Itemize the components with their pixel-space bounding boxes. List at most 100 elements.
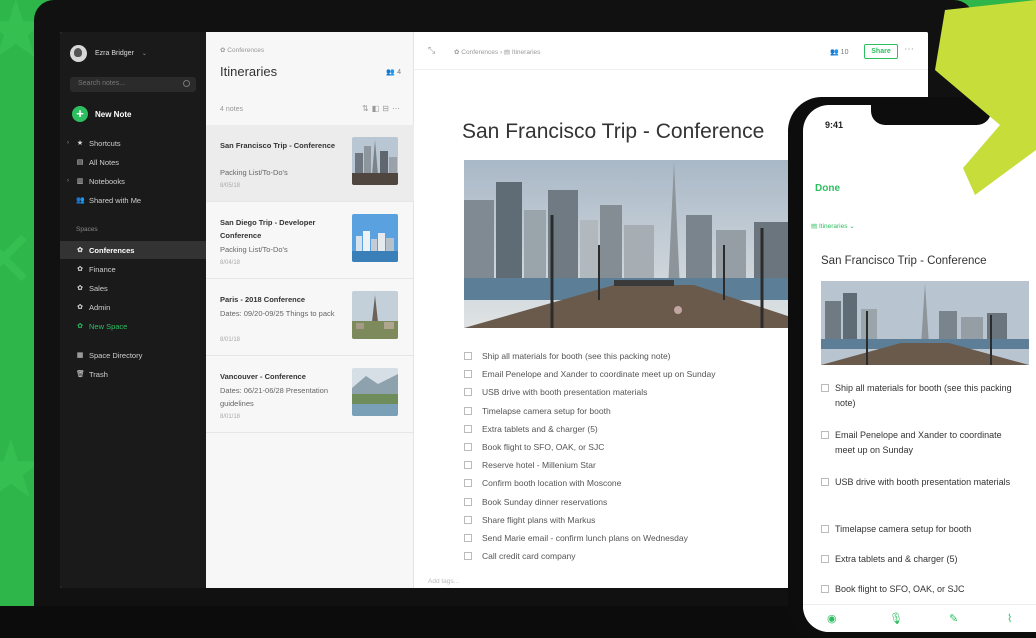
camera-icon[interactable]: ◉ — [827, 612, 837, 625]
filter-icon[interactable]: ⊟ — [382, 104, 392, 113]
checklist-item: Book Sunday dinner reservations — [464, 493, 715, 511]
note-card[interactable]: San Diego Trip - Developer Conference Pa… — [206, 202, 414, 279]
note-title: San Diego Trip - Developer Conference — [220, 218, 316, 240]
checkbox[interactable] — [464, 461, 472, 470]
checklist-text: Book flight to SFO, OAK, or SJC — [482, 442, 605, 453]
checkbox[interactable] — [821, 384, 829, 392]
sidebar-item-label: Finance — [89, 264, 116, 274]
note-card[interactable]: Paris - 2018 Conference Dates: 09/20-09/… — [206, 279, 414, 356]
sidebar-item-admin[interactable]: ✿ Admin — [60, 298, 206, 316]
attachment-icon[interactable]: ⌇ — [1007, 612, 1012, 625]
checkbox[interactable] — [464, 370, 472, 379]
note-date: 8/05/18 — [220, 183, 241, 189]
sidebar-item-trash[interactable]: 🗑 Trash — [60, 365, 206, 383]
phone-checklist-item: Extra tablets and & charger (5) — [821, 552, 1021, 567]
notelist-space-label: Conferences — [227, 47, 265, 54]
checkbox[interactable] — [821, 478, 829, 486]
checkbox[interactable] — [464, 552, 472, 561]
checklist-item: Email Penelope and Xander to coordinate … — [464, 365, 715, 383]
note-card[interactable]: San Francisco Trip - Conference Packing … — [206, 125, 414, 202]
checkbox[interactable] — [464, 533, 472, 542]
sidebar-item-notebooks[interactable]: › ▥ Notebooks — [60, 172, 206, 190]
checklist-item: Extra tablets and & charger (5) — [464, 420, 715, 438]
note-title: San Francisco Trip - Conference — [220, 141, 336, 150]
sidebar-item-shortcuts[interactable]: › ★ Shortcuts — [60, 134, 206, 152]
phone-note-image — [821, 281, 1029, 365]
more-icon[interactable]: ⋯ — [904, 44, 914, 55]
sidebar-item-shared[interactable]: 👥 Shared with Me — [60, 191, 206, 209]
sidebar-item-new-space[interactable]: ✿ New Space — [60, 317, 206, 335]
phone-checklist-item: Email Penelope and Xander to coordinate … — [821, 428, 1021, 458]
notebook-selector[interactable]: ▤ Itineraries ⌄ — [811, 222, 855, 230]
notelist-toolbar: ⇅◧⊟⋯ — [362, 104, 403, 113]
checkbox[interactable] — [821, 431, 829, 439]
sidebar-item-finance[interactable]: ✿ Finance — [60, 260, 206, 278]
note-snippet: Dates: 09/20-09/25 Things to pack — [220, 309, 335, 318]
sidebar-item-sales[interactable]: ✿ Sales — [60, 279, 206, 297]
checkbox[interactable] — [464, 352, 472, 361]
checklist-text: Extra tablets and & charger (5) — [835, 554, 958, 564]
notelist-space[interactable]: ✿ Conferences — [220, 46, 264, 54]
checkbox[interactable] — [464, 443, 472, 452]
caret-right-icon[interactable]: › — [67, 140, 69, 146]
notebook-icon: ▤ — [811, 223, 819, 230]
note-list: ✿ Conferences Itineraries 👥 4 4 notes ⇅◧… — [206, 32, 414, 588]
sketch-icon[interactable]: ✎ — [949, 612, 958, 625]
checkbox[interactable] — [464, 497, 472, 506]
checklist-text: Email Penelope and Xander to coordinate … — [835, 430, 1002, 455]
checklist-item: Ship all materials for booth (see this p… — [464, 347, 715, 365]
sidebar-item-label: Notebooks — [89, 176, 125, 186]
more-icon[interactable]: ⋯ — [392, 104, 403, 113]
phone-checklist-item: USB drive with booth presentation materi… — [821, 475, 1021, 490]
search-input[interactable]: Search notes... — [70, 77, 196, 92]
account-menu[interactable]: Ezra Bridger ⌄ — [70, 45, 147, 62]
sort-icon[interactable]: ⇅ — [362, 104, 372, 113]
breadcrumb-notebook[interactable]: Itineraries — [512, 49, 541, 56]
note-title[interactable]: San Francisco Trip - Conference — [462, 120, 764, 144]
sidebar-item-conferences[interactable]: ✿ Conferences — [60, 241, 206, 259]
checkbox[interactable] — [464, 424, 472, 433]
note-thumbnail — [352, 137, 398, 185]
people-icon: 👥 — [76, 197, 85, 204]
checklist-item: Confirm booth location with Moscone — [464, 474, 715, 492]
view-icon[interactable]: ◧ — [372, 104, 383, 113]
note-card[interactable]: Vancouver - Conference Dates: 06/21-06/2… — [206, 356, 414, 433]
sidebar-item-all-notes[interactable]: ▤ All Notes — [60, 153, 206, 171]
search-placeholder: Search notes... — [78, 80, 126, 87]
caret-right-icon[interactable]: › — [67, 178, 69, 184]
notebook-label: Itineraries — [818, 223, 848, 230]
sidebar-item-label: New Space — [89, 321, 128, 331]
star-icon: ★ — [76, 140, 84, 147]
editor-people[interactable]: 👥 10 — [830, 48, 848, 56]
people-icon: 👥 — [386, 69, 396, 76]
search-icon — [183, 80, 190, 87]
notelist-people[interactable]: 👥 4 — [386, 68, 401, 76]
checkbox[interactable] — [821, 525, 829, 533]
note-date: 8/01/18 — [220, 414, 241, 420]
checklist-text: Book Sunday dinner reservations — [482, 496, 608, 507]
done-button[interactable]: Done — [815, 183, 840, 194]
checklist-text: Ship all materials for booth (see this p… — [835, 383, 1012, 408]
microphone-icon[interactable]: 🎙 — [889, 612, 903, 625]
checkbox[interactable] — [821, 555, 829, 563]
checkbox[interactable] — [464, 515, 472, 524]
add-tags-input[interactable]: Add tags... — [428, 578, 459, 585]
pointer-decoration — [935, 0, 1036, 195]
checkbox[interactable] — [821, 585, 829, 593]
checklist-text: Call credit card company — [482, 551, 576, 562]
checkbox[interactable] — [464, 406, 472, 415]
breadcrumb-space[interactable]: Conferences — [461, 49, 498, 56]
note-thumbnail — [352, 214, 398, 262]
notebook-icon: ▥ — [76, 178, 84, 185]
phone-note-title[interactable]: San Francisco Trip - Conference — [821, 255, 987, 267]
sidebar-item-space-directory[interactable]: ▦ Space Directory — [60, 346, 206, 364]
notebook-icon: ▤ — [503, 49, 512, 56]
checkbox[interactable] — [464, 479, 472, 488]
expand-icon[interactable]: ⤡ — [428, 45, 435, 56]
checkbox[interactable] — [464, 388, 472, 397]
share-button[interactable]: Share — [864, 44, 898, 59]
notelist-title: Itineraries — [220, 64, 278, 79]
new-note-button[interactable]: + New Note — [72, 106, 131, 122]
phone-checklist-item: Book flight to SFO, OAK, or SJC — [821, 582, 1021, 597]
checklist-text: Send Marie email - confirm lunch plans o… — [482, 532, 688, 543]
